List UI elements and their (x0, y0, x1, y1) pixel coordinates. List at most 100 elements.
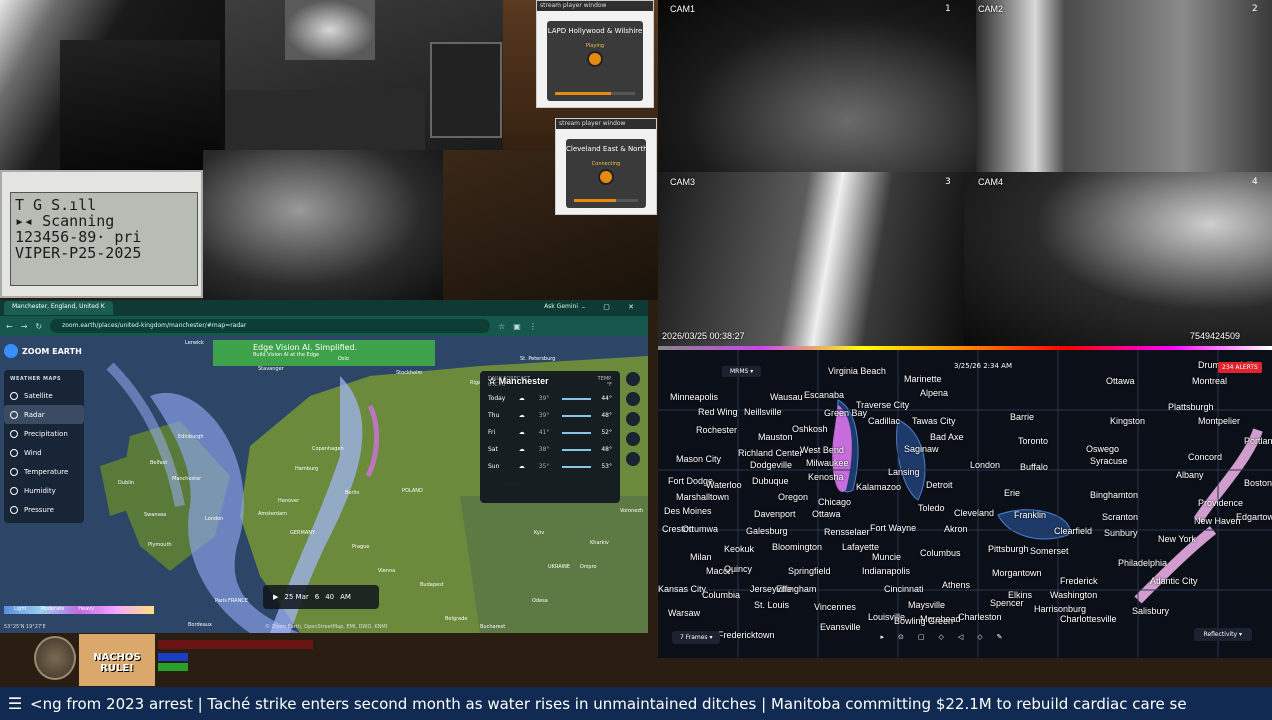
menu-icon[interactable]: ☰ (0, 694, 30, 713)
extensions-icon[interactable]: ▣ (513, 322, 521, 331)
radar-city-label: Sunbury (1104, 528, 1138, 538)
radar-city-label: Oswego (1086, 444, 1120, 454)
forecast-row[interactable]: Today ☁ 39° 44° (488, 390, 612, 407)
logo-text: ZOOM EARTH (22, 346, 82, 356)
radar-city-label: Bloomington (772, 542, 823, 552)
forecast-high: 48° (601, 446, 612, 453)
radar-city-label: Charlottesville (1060, 614, 1117, 624)
radar-city-label: Red Wing (698, 407, 738, 417)
map-label: FRANCE (228, 598, 248, 604)
cctv-cam-label: CAM4 (978, 177, 1004, 187)
map-label: POLAND (402, 488, 423, 494)
health-bar (158, 640, 313, 649)
cctv-cam-1 (658, 0, 976, 172)
forecast-panel: ☆ Manchester DAILY FORECAST TEMP. UTC+0 °F… (480, 371, 620, 503)
map-toolbar (626, 372, 642, 466)
forecast-day: Fri (488, 429, 496, 436)
logo-icon (4, 344, 18, 358)
map-label: Belfast (150, 460, 168, 466)
time-scrubber[interactable]: ▶ 25 Mar 6 40 AM (263, 585, 379, 609)
play-button[interactable] (598, 169, 614, 185)
forecast-high: 44° (601, 395, 612, 402)
radar-city-label: Erie (1004, 488, 1021, 498)
volume-slider[interactable] (555, 92, 635, 95)
volume-slider[interactable] (574, 199, 638, 202)
map-label: Plymouth (148, 542, 172, 548)
forward-icon[interactable]: → (21, 322, 28, 331)
radar-city-label: New Haven (1194, 516, 1241, 526)
radar-tool-icons[interactable]: ▸⊙▢◇◁◇✎ (880, 633, 1016, 641)
radar-city-label: Bowling Green (894, 616, 954, 626)
browser-tab[interactable]: Manchester, England, United K (4, 301, 113, 315)
layer-radar[interactable]: Radar (4, 405, 84, 424)
time-hour[interactable]: 6 (315, 593, 319, 601)
forecast-low: 39° (538, 395, 550, 402)
share-icon[interactable] (626, 412, 640, 426)
time-minute[interactable]: 40 (325, 593, 334, 601)
layer-precipitation[interactable]: Precipitation (4, 424, 84, 443)
ad-banner[interactable]: Edge Vision AI. Simplified. Build Vision… (213, 340, 435, 366)
time-date: 25 Mar (284, 593, 309, 601)
cctv-cam-number: 4 (1252, 177, 1258, 187)
reload-icon[interactable]: ↻ (35, 322, 42, 331)
ask-gemini-button[interactable]: Ask Gemini (544, 303, 578, 310)
info-icon[interactable] (626, 392, 640, 406)
badge-text: NACHOS RULE! (93, 652, 141, 674)
settings-icon[interactable] (626, 372, 640, 386)
radar-city-label: Muncie (872, 552, 902, 562)
frames-select[interactable]: 7 Frames ▾ (672, 630, 721, 644)
stream-scene: T G S.ıll ▸◂ Scanning 123456-89· pri VIP… (0, 0, 1272, 720)
forecast-high: 53° (601, 463, 612, 470)
radar-city-label: Galesburg (746, 526, 788, 536)
draw-icon[interactable] (626, 432, 640, 446)
back-icon[interactable]: ← (6, 322, 13, 331)
window-controls[interactable]: – ▢ ✕ (582, 303, 642, 311)
bookmark-star-icon[interactable]: ☆ (498, 322, 505, 331)
forecast-row[interactable]: Thu ☁ 39° 48° (488, 407, 612, 424)
forecast-row[interactable]: Sun ☁ 35° 53° (488, 458, 612, 475)
radar-city-label: Portland (1244, 436, 1272, 446)
radar-city-label: Albany (1176, 470, 1204, 480)
player-status: Playing (585, 43, 605, 49)
menu-icon[interactable]: ⋮ (529, 322, 537, 331)
radar-city-label: Kalamazoo (856, 482, 902, 492)
address-bar-row: ← → ↻ zoom.earth/places/united-kingdom/m… (0, 316, 648, 336)
radar-city-label: Somerset (1030, 546, 1069, 556)
layer-pressure[interactable]: Pressure (4, 500, 84, 519)
layer-temperature[interactable]: Temperature (4, 462, 84, 481)
map-label: Odesa (532, 598, 548, 604)
map-label: Stavanger (258, 366, 284, 372)
forecast-row[interactable]: Fri ☁ 41° 52° (488, 424, 612, 441)
cctv-cam-number: 2 (1252, 4, 1258, 14)
forecast-row[interactable]: Sat ☁ 38° 48° (488, 441, 612, 458)
stamina-bar (158, 663, 188, 671)
radar-city-label: Salisbury (1132, 606, 1170, 616)
zoom-earth-map[interactable]: ZOOM EARTH WEATHER MAPS Satellite Radar … (0, 336, 648, 633)
cctv-grid: CAM1 1 CAM2 2 CAM3 3 CAM4 4 2026/03/25 0… (658, 0, 1272, 346)
player-title: LAPD Hollywood & Wilshire (547, 27, 643, 35)
layers-icon[interactable] (626, 452, 640, 466)
play-button[interactable] (587, 51, 603, 67)
layer-wind[interactable]: Wind (4, 443, 84, 462)
layer-humidity[interactable]: Humidity (4, 481, 84, 500)
radar-city-label: Marshalltown (676, 492, 730, 502)
cctv-timestamp: 2026/03/25 00:38:27 (662, 331, 745, 341)
legend-label: Moderate (40, 606, 65, 612)
map-sidebar: ZOOM EARTH WEATHER MAPS Satellite Radar … (4, 340, 84, 523)
url-input[interactable]: zoom.earth/places/united-kingdom/manches… (50, 319, 491, 333)
radar-mode-select[interactable]: MRMS ▾ (722, 366, 762, 377)
us-radar-map[interactable]: Minneapolis Wausau Green Bay Traverse City A… (658, 346, 1272, 658)
play-icon[interactable]: ▶ (273, 593, 278, 601)
cctv-device-id: 7549424509 (1190, 331, 1241, 341)
alerts-badge[interactable]: 234 ALERTS (1218, 362, 1262, 373)
radar-city-label: Spencer (990, 598, 1024, 608)
player-status: Connecting (591, 161, 621, 167)
map-label: Dublin (118, 480, 135, 486)
layer-label: Satellite (24, 391, 53, 400)
layer-satellite[interactable]: Satellite (4, 386, 84, 405)
forecast-day: Sun (488, 463, 500, 470)
player-header: stream player window (556, 119, 656, 129)
zoom-earth-logo[interactable]: ZOOM EARTH (4, 340, 84, 362)
reflectivity-select[interactable]: Reflectivity ▾ (1193, 628, 1252, 641)
radar-city-label: Detroit (926, 480, 953, 490)
